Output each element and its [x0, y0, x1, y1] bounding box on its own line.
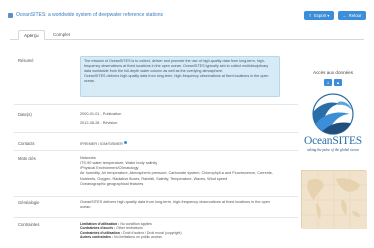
upload-button[interactable]: ▲: [334, 79, 342, 87]
keywords-list: Networks ITS-90 water temperature, Water…: [80, 156, 280, 187]
constraints-list: Limitation d'utilisation : No condition …: [80, 222, 280, 240]
oceansites-logo: OceanSITES taking the pulse of the globa…: [300, 90, 366, 164]
export-button[interactable]: ⇪ Export ▾: [304, 11, 334, 20]
retour-label: Retour: [348, 13, 362, 18]
divider: [14, 217, 298, 218]
tab-apercu[interactable]: Aperçu: [18, 30, 45, 40]
dates-label: Date(s): [18, 112, 32, 117]
data-access-buttons: ⇣ ▲: [300, 79, 366, 87]
contact-name[interactable]: IFREMER / IDM/SISMER: [80, 142, 123, 146]
download-icon: ⇣: [326, 80, 330, 86]
date-publication: 2000-01-01 - Publication: [80, 112, 122, 116]
wave-globe-icon: [312, 93, 354, 135]
constraint-key: Autres contraintes :: [80, 235, 114, 240]
download-button[interactable]: ⇣: [324, 79, 332, 87]
date-revision: 2012-08-28 - Révision: [80, 121, 118, 125]
genealogy-label: Généalogie: [18, 200, 40, 205]
data-access-title: Accès aux données: [312, 70, 354, 75]
record-header: OceanSITES: a worldwide system of deepwa…: [6, 9, 366, 21]
divider: [14, 196, 298, 197]
constraint-key: Limitation d'utilisation :: [80, 222, 120, 226]
retour-button[interactable]: ← Retour: [338, 11, 366, 20]
export-icon: ⇪: [308, 13, 313, 18]
keywords-label: Mots clés: [18, 156, 36, 161]
record-title: OceanSITES: a worldwide system of deepwa…: [16, 12, 164, 18]
export-label: Export: [314, 13, 327, 18]
contacts-label: Contacts: [18, 141, 35, 146]
constraint-row: Autres contraintes : No limitations on p…: [80, 235, 280, 239]
constraint-value: Droit d'auteur / Droit moral (copyright): [123, 230, 182, 235]
world-map-icon: [302, 171, 367, 229]
dataset-icon: [8, 13, 13, 18]
map-thumbnail[interactable]: [301, 170, 367, 229]
constraint-value: No limitations on public access: [114, 235, 162, 240]
upload-icon: ▲: [336, 80, 340, 86]
constraint-key: Contraintes d'accès :: [80, 226, 116, 231]
logo-tagline: taking the pulse of the global ocean: [307, 148, 359, 152]
divider: [14, 150, 298, 151]
keyword-group: Oceanographic geographical features: [80, 181, 144, 186]
constraint-key: Contraintes d'utilisation :: [80, 230, 123, 235]
contact-info-icon[interactable]: [123, 141, 127, 144]
resume-label: Résumé: [18, 58, 34, 63]
view-tabs: Aperçu Complet: [10, 30, 364, 40]
keyword-group: Air humidity, Air temperature, Atmospher…: [80, 171, 273, 181]
divider: [14, 132, 298, 133]
back-arrow-icon: ←: [342, 13, 347, 18]
contacts-value: IFREMER / IDM/SISMER: [80, 141, 280, 147]
divider: [14, 104, 298, 105]
summary-box: The mission of OceanSITES is to collect,…: [80, 56, 280, 97]
tab-complet[interactable]: Complet: [48, 30, 75, 40]
data-access-panel: Accès aux données ⇣ ▲: [300, 70, 366, 87]
genealogy-text: OceanSITES delivers high-quality data fr…: [80, 200, 270, 210]
constraint-value: No condition applies: [120, 222, 152, 226]
constraint-value: Other restrictions: [116, 226, 143, 231]
constraints-label: Contraintes: [18, 222, 40, 227]
